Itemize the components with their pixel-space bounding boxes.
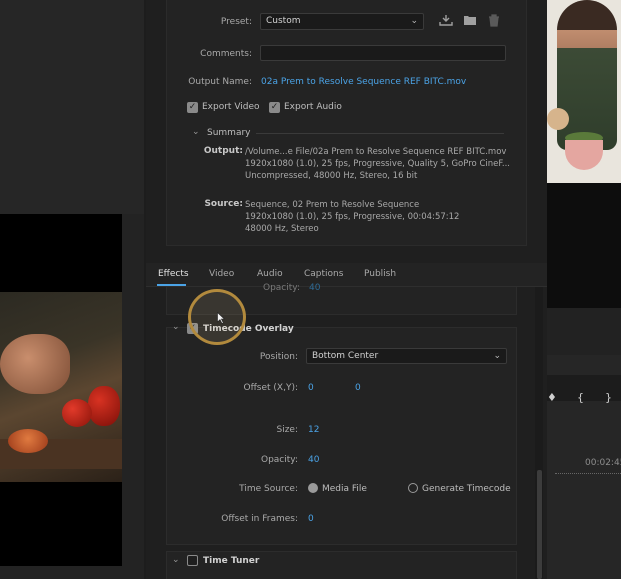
in-point-icon[interactable]: { — [577, 391, 584, 404]
output-name-label: Output Name: — [188, 77, 252, 87]
export-video-checkbox[interactable]: ✓ — [187, 102, 198, 113]
size-label: Size: — [276, 425, 298, 435]
export-settings-dialog: Preset: Custom ⌄ Comments: Output Name: … — [146, 0, 547, 579]
video-orange — [8, 429, 48, 453]
video-plate — [547, 108, 569, 130]
generate-timecode-label: Generate Timecode — [422, 484, 511, 494]
chevron-down-icon: ⌄ — [410, 16, 418, 26]
prev-opacity-value[interactable]: 40 — [309, 283, 320, 293]
chevron-down-icon[interactable]: ⌄ — [192, 127, 200, 137]
summary-divider — [256, 133, 504, 134]
summary-output-line-1: /Volume...e File/02a Prem to Resolve Seq… — [245, 147, 507, 157]
output-name-link[interactable]: 02a Prem to Resolve Sequence REF BITC.mo… — [261, 77, 466, 87]
chevron-down-icon: ⌄ — [493, 351, 501, 361]
timeline-ruler[interactable] — [555, 473, 621, 474]
source-video-frame — [0, 214, 122, 566]
video-bowl — [565, 140, 603, 170]
program-video-frame — [547, 0, 621, 183]
time-source-label: Time Source: — [239, 484, 298, 494]
chevron-down-icon[interactable]: ⌄ — [172, 322, 180, 332]
tab-publish[interactable]: Publish — [364, 269, 396, 279]
tab-captions[interactable]: Captions — [304, 269, 343, 279]
mouse-cursor-icon — [217, 312, 225, 324]
video-hand — [0, 334, 70, 394]
export-audio-label: Export Audio — [284, 102, 342, 112]
time-tuner-checkbox[interactable] — [187, 555, 198, 566]
comments-field[interactable] — [260, 45, 506, 61]
comments-label: Comments: — [200, 49, 252, 59]
tab-video[interactable]: Video — [209, 269, 234, 279]
trash-icon[interactable] — [486, 14, 502, 28]
preset-label: Preset: — [220, 17, 252, 27]
source-monitor-footer — [0, 566, 144, 579]
position-dropdown[interactable]: Bottom Center ⌄ — [306, 348, 507, 364]
save-preset-icon[interactable] — [438, 14, 454, 28]
opacity-label: Opacity: — [261, 455, 298, 465]
out-point-icon[interactable]: } — [605, 391, 612, 404]
summary-output-line-2: 1920x1080 (1.0), 25 fps, Progressive, Qu… — [245, 159, 510, 169]
offset-frames-value[interactable]: 0 — [308, 514, 314, 524]
offset-y-value[interactable]: 0 — [355, 383, 361, 393]
summary-source-line-3: 48000 Hz, Stereo — [245, 224, 319, 234]
summary-heading: Summary — [207, 128, 251, 138]
export-tabs: Effects Video Audio Captions Publish — [146, 263, 547, 287]
source-monitor-header-area — [0, 0, 144, 214]
time-tuner-title: Time Tuner — [203, 556, 260, 566]
position-label: Position: — [259, 352, 298, 362]
program-letterbox — [547, 183, 621, 308]
media-file-radio[interactable] — [308, 483, 318, 493]
summary-output-label: Output: — [203, 146, 243, 156]
offset-x-value[interactable]: 0 — [308, 383, 314, 393]
size-value[interactable]: 12 — [308, 425, 319, 435]
timeline-panel[interactable]: ♦ { } 00:02:45 — [547, 355, 621, 579]
summary-source-line-1: Sequence, 02 Prem to Resolve Sequence — [245, 200, 420, 210]
export-video-label: Export Video — [202, 102, 260, 112]
video-person — [557, 0, 617, 150]
preset-value: Custom — [266, 16, 301, 26]
offset-xy-label: Offset (X,Y): — [243, 383, 298, 393]
chevron-down-icon[interactable]: ⌄ — [172, 555, 180, 565]
generate-timecode-radio[interactable] — [408, 483, 418, 493]
video-pepper — [88, 386, 120, 426]
offset-frames-label: Offset in Frames: — [221, 514, 298, 524]
video-pepper — [62, 399, 92, 427]
tab-audio[interactable]: Audio — [257, 269, 283, 279]
position-value: Bottom Center — [312, 351, 379, 361]
media-file-label: Media File — [322, 484, 367, 494]
active-tab-indicator — [157, 284, 186, 286]
export-audio-checkbox[interactable]: ✓ — [269, 102, 280, 113]
tab-effects[interactable]: Effects — [158, 269, 189, 279]
timeline-timecode: 00:02:45 — [585, 458, 621, 468]
summary-source-line-2: 1920x1080 (1.0), 25 fps, Progressive, 00… — [245, 212, 460, 222]
summary-output-line-3: Uncompressed, 48000 Hz, Stereo, 16 bit — [245, 171, 418, 181]
import-preset-icon[interactable] — [462, 14, 478, 28]
opacity-value[interactable]: 40 — [308, 455, 319, 465]
effects-scrollbar-thumb[interactable] — [537, 470, 542, 579]
preset-dropdown[interactable]: Custom ⌄ — [260, 13, 424, 30]
marker-icon[interactable]: ♦ — [547, 391, 557, 404]
prev-opacity-label: Opacity: — [263, 283, 300, 293]
summary-source-label: Source: — [204, 199, 243, 209]
